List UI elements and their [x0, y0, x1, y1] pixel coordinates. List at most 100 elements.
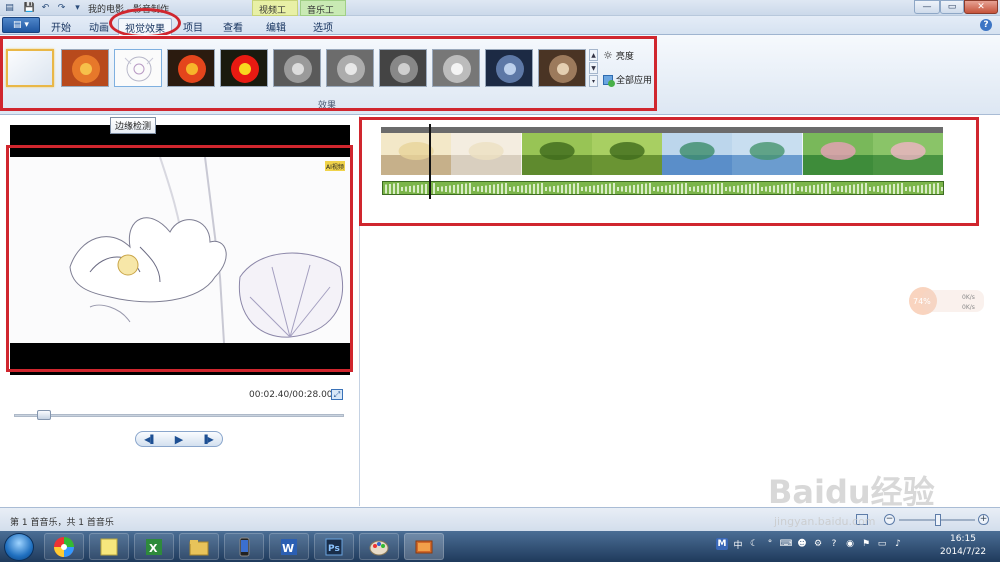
taskbar-clock[interactable]: 16:15 2014/7/22	[940, 533, 986, 559]
gallery-scroll-down-button[interactable]: ▼	[589, 62, 598, 74]
tab-visual-effects[interactable]: 视觉效果	[118, 18, 172, 35]
taskbar-explorer-icon[interactable]	[179, 533, 219, 560]
tab-animations[interactable]: 动画	[82, 18, 116, 35]
network-speed-widget: 74% 0K/s 0K/s	[908, 286, 986, 316]
status-bar: 第 1 首音乐，共 1 首音乐 − +	[0, 507, 1000, 531]
gallery-expand-button[interactable]: ▾	[589, 75, 598, 87]
apply-to-all-button[interactable]: 全部应用	[603, 73, 653, 87]
tab-edit[interactable]: 编辑	[256, 18, 296, 35]
tab-view[interactable]: 查看	[214, 18, 252, 35]
moon-icon: ☾	[749, 539, 759, 549]
save-icon[interactable]: 💾	[24, 2, 35, 13]
taskbar-paint-icon[interactable]	[359, 533, 399, 560]
effect-cyanotype-thumb[interactable]	[485, 49, 533, 87]
effect-edge-detection-thumb[interactable]	[114, 49, 162, 87]
taskbar-sticky-notes-icon[interactable]	[89, 533, 129, 560]
undo-icon[interactable]: ↶	[40, 2, 51, 13]
keyboard-icon[interactable]: ⌨	[780, 538, 793, 550]
storyboard-clip[interactable]	[521, 127, 592, 175]
storyboard-clip[interactable]	[591, 127, 662, 175]
context-tab-video-tools: 视频工具	[252, 0, 298, 29]
language-icon[interactable]: 中	[732, 538, 744, 551]
taskbar-phone-icon[interactable]	[224, 533, 264, 560]
zoom-out-button[interactable]: −	[884, 514, 895, 525]
volume-icon[interactable]: ♪	[892, 538, 904, 550]
brightness-label: 亮度	[615, 52, 634, 62]
playhead[interactable]	[429, 124, 431, 199]
maximize-button[interactable]: ▭	[940, 0, 964, 14]
zoom-slider-thumb[interactable]	[935, 514, 941, 526]
previous-frame-button[interactable]: ◀▌	[136, 432, 165, 446]
seek-thumb[interactable]	[37, 410, 51, 420]
effect-grayscale-2-thumb[interactable]	[326, 49, 374, 87]
storyboard-clip[interactable]	[802, 127, 873, 175]
taskbar-movie-maker-icon[interactable]	[404, 533, 444, 560]
tab-home[interactable]: 开始	[44, 18, 78, 35]
svg-text:W: W	[282, 542, 294, 555]
app-menu-icon[interactable]: ▤	[4, 2, 15, 13]
monitor-icon[interactable]: ▭	[876, 538, 888, 550]
ribbon-tab-bar: ▤ ▾ 开始 动画 视觉效果 项目 查看 编辑 选项 ?	[0, 16, 1000, 35]
effects-group-label: 效果	[318, 101, 337, 111]
effect-red-thumb[interactable]	[220, 49, 268, 87]
brightness-button[interactable]: ☼ 亮度	[603, 49, 634, 62]
tab-options[interactable]: 选项	[302, 18, 344, 35]
user-icon[interactable]: ☻	[796, 538, 808, 550]
effect-tooltip: 边缘检测	[110, 117, 157, 134]
fullscreen-icon[interactable]: ⤢	[331, 389, 343, 400]
brightness-icon: ☼	[603, 49, 613, 62]
taskbar-photoshop-icon[interactable]: Ps	[314, 533, 354, 560]
close-button[interactable]: ✕	[964, 0, 998, 14]
storyboard-clip[interactable]	[732, 127, 803, 175]
redo-icon[interactable]: ↷	[56, 2, 67, 13]
storyboard-clip[interactable]	[451, 127, 522, 175]
audio-track[interactable]	[382, 181, 944, 195]
seek-bar[interactable]	[14, 414, 344, 417]
apply-all-label: 全部应用	[616, 76, 653, 86]
zoom-in-button[interactable]: +	[978, 514, 989, 525]
storyboard-clip[interactable]	[662, 127, 733, 175]
ime-icon[interactable]: M	[716, 538, 728, 550]
download-speed: 0K/s	[962, 304, 975, 311]
upload-speed: 0K/s	[962, 294, 975, 301]
effect-grayscale-1-thumb[interactable]	[273, 49, 321, 87]
minimize-button[interactable]: —	[914, 0, 940, 14]
storyboard-clip[interactable]	[872, 127, 943, 175]
effect-orange-thumb[interactable]	[167, 49, 215, 87]
application-menu-button[interactable]: ▤ ▾	[2, 17, 40, 33]
svg-text:Ps: Ps	[328, 544, 340, 554]
svg-text:X: X	[149, 542, 158, 555]
help-icon[interactable]: ?	[980, 19, 992, 31]
preview-image: AI视频	[10, 157, 350, 343]
apply-all-icon	[603, 74, 615, 87]
effect-grayscale-4-thumb[interactable]	[432, 49, 480, 87]
tab-project[interactable]: 项目	[176, 18, 210, 35]
effect-none-thumb[interactable]	[6, 49, 54, 87]
taskbar-word-icon[interactable]: W	[269, 533, 309, 560]
tools-icon[interactable]: ⚙	[812, 538, 824, 550]
punctuation-icon: °	[767, 539, 773, 549]
taskbar-picasa-icon[interactable]	[44, 533, 84, 560]
taskbar-excel-icon[interactable]: X	[134, 533, 174, 560]
playback-controls: ◀▌ ▶ ▐▶	[135, 431, 223, 447]
play-button[interactable]: ▶	[165, 432, 194, 446]
customize-qat-icon[interactable]: ▾	[72, 2, 83, 13]
storyboard-view-icon[interactable]	[856, 514, 868, 525]
next-frame-button[interactable]: ▐▶	[193, 432, 222, 446]
storyboard-clip[interactable]	[381, 127, 452, 175]
ribbon-panel: ▲ ▼ ▾ ☼ 亮度 全部应用 效果	[0, 35, 1000, 115]
clock-time: 16:15	[950, 534, 976, 544]
context-tab-music-tools: 音乐工具	[300, 0, 346, 29]
effect-grayscale-3-thumb[interactable]	[379, 49, 427, 87]
gallery-scroll-up-button[interactable]: ▲	[589, 49, 598, 61]
window-title: 我的电影 - 影音制作	[88, 5, 169, 15]
status-text: 第 1 首音乐，共 1 首音乐	[10, 518, 114, 528]
start-button[interactable]	[4, 533, 34, 561]
network-status-icon[interactable]: ◉	[844, 538, 856, 550]
flag-icon[interactable]: ⚑	[860, 538, 872, 550]
help-tray-icon[interactable]: ?	[828, 538, 840, 550]
effect-warm-thumb[interactable]	[61, 49, 109, 87]
windows-taskbar: X W Ps M 中 ☾ ° ⌨ ☻ ⚙ ? ◉ ⚑ ▭ ♪ 16:15 201…	[0, 531, 1000, 562]
preview-logo: AI视频	[326, 163, 344, 171]
effect-sepia-thumb[interactable]	[538, 49, 586, 87]
